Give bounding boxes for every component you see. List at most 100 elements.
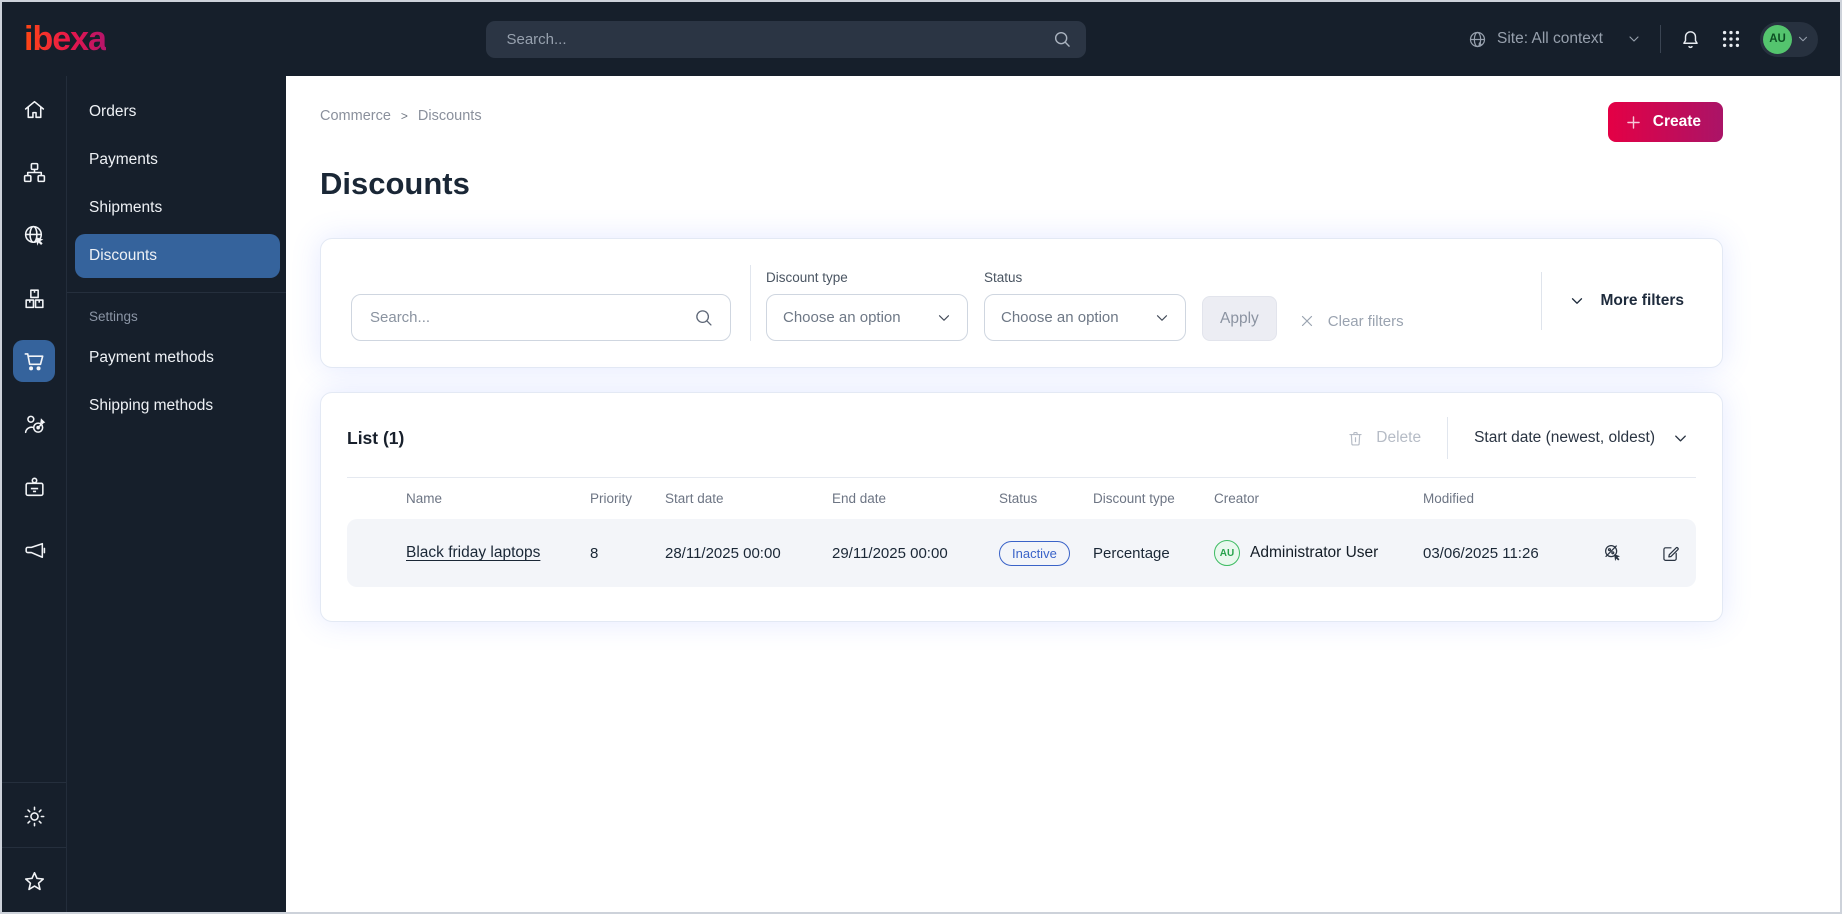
menu-item-orders[interactable]: Orders [75,90,280,134]
menu-section-label: Settings [89,309,138,324]
product-boxes-icon[interactable] [13,277,55,319]
plus-icon [1624,113,1643,132]
status-select[interactable]: Choose an option [984,294,1186,341]
global-search-input[interactable] [506,30,1053,48]
globe-pointer-icon[interactable] [13,214,55,256]
chevron-down-icon [1626,31,1642,47]
discount-type-value: Choose an option [783,309,901,326]
search-icon [693,307,714,328]
breadcrumb-discounts[interactable]: Discounts [418,108,482,124]
menu-item-discounts[interactable]: Discounts [75,234,280,278]
filter-search-input[interactable] [370,309,693,326]
table-divider [347,477,1696,478]
list-head-divider [1447,417,1449,459]
column-header-start-date: Start date [665,491,724,506]
column-header-creator: Creator [1214,491,1260,506]
discount-type-label: Discount type [766,270,848,285]
create-button-label: Create [1652,113,1701,130]
chevron-down-icon [935,309,953,327]
id-badge-icon[interactable] [13,466,55,508]
edit-icon[interactable] [1660,543,1681,564]
chevron-down-icon [1153,309,1171,327]
search-icon [1052,29,1072,49]
list-title: List (1) [347,427,405,448]
column-header-name: Name [406,491,443,506]
row-end-date: 29/11/2025 00:00 [832,544,948,562]
column-header-status: Status [999,491,1038,506]
rail-divider [2,782,66,783]
filters-panel: Discount type Choose an option Status Ch… [320,238,1723,368]
creator-avatar: AU [1214,540,1240,566]
user-menu[interactable]: AU [1760,21,1818,57]
sort-select[interactable]: Start date (newest, oldest) [1474,429,1696,448]
star-icon[interactable] [13,860,55,902]
topbar-divider [1660,25,1661,53]
column-header-priority: Priority [590,491,633,506]
more-filters-label: More filters [1600,292,1684,309]
percent-slash-cursor-icon[interactable] [1603,543,1624,564]
delete-button-label: Delete [1376,429,1422,446]
rail-divider [2,847,66,848]
column-header-modified: Modified [1423,491,1475,506]
customer-target-icon[interactable] [13,403,55,445]
site-context-label: Site: All context [1497,30,1603,47]
discount-name-link[interactable]: Black friday laptops [406,544,540,561]
gear-icon[interactable] [13,795,55,837]
ibexa-logo[interactable]: ibexa [24,22,107,56]
menu-item-payments[interactable]: Payments [75,138,280,182]
trash-icon [1346,429,1365,448]
commerce-menu: Orders Payments Shipments Discounts Sett… [67,76,286,912]
delete-button[interactable]: Delete [1346,429,1421,448]
page-title: Discounts [320,166,470,201]
breadcrumb-separator: > [400,109,408,123]
menu-item-payment-methods[interactable]: Payment methods [75,336,280,380]
create-button[interactable]: Create [1607,102,1723,142]
topbar-right: Site: All context AU [1467,21,1818,57]
close-icon [1298,312,1316,330]
clear-filters-label: Clear filters [1327,312,1404,330]
row-discount-type: Percentage [1093,544,1170,562]
column-header-discount-type: Discount type [1093,491,1175,506]
filter-search[interactable] [351,294,731,341]
menu-item-shipping-methods[interactable]: Shipping methods [75,384,280,428]
megaphone-icon[interactable] [13,529,55,571]
filter-divider [750,265,751,341]
avatar: AU [1763,24,1792,54]
top-bar: ibexa Site: All context [2,2,1840,76]
creator-name: Administrator User [1250,544,1379,561]
table-row: Black friday laptops 8 28/11/2025 00:00 … [347,519,1696,587]
notifications-button[interactable] [1679,28,1702,51]
breadcrumb: Commerce > Discounts [320,108,482,124]
global-search[interactable] [486,20,1087,58]
content-area: Commerce > Discounts Create Discounts Se… [286,76,1840,912]
shopping-cart-icon[interactable] [13,340,55,382]
app-grid-icon[interactable] [1720,28,1742,50]
row-modified: 03/06/2025 11:26 [1423,544,1539,562]
discount-list-panel: List (1) Delete Start date (newest, olde… [320,392,1723,622]
icon-rail [2,76,67,912]
menu-divider [67,292,286,293]
chevron-down-icon [1568,292,1586,310]
column-header-end-date: End date [832,491,887,506]
more-filters-button[interactable]: More filters [1568,292,1684,310]
globe-icon [1467,29,1488,50]
site-context-selector[interactable]: Site: All context [1467,29,1642,50]
row-priority: 8 [590,544,599,562]
menu-item-shipments[interactable]: Shipments [75,186,280,230]
row-start-date: 28/11/2025 00:00 [665,544,781,562]
clear-filters-button[interactable]: Clear filters [1298,312,1404,330]
more-filters-divider [1541,272,1543,330]
table-header: Name Priority Start date End date Status… [347,491,1696,506]
breadcrumb-commerce[interactable]: Commerce [320,108,391,124]
app-window: ibexa Site: All context [0,0,1842,914]
status-badge: Inactive [999,540,1070,566]
chevron-down-icon [1671,429,1690,448]
apply-button[interactable]: Apply [1202,296,1277,341]
chevron-down-icon [1796,32,1810,46]
discount-type-select[interactable]: Choose an option [766,294,968,341]
sort-select-value: Start date (newest, oldest) [1474,429,1655,446]
home-icon[interactable] [13,88,55,130]
sitemap-icon[interactable] [13,151,55,193]
status-label: Status [984,270,1023,285]
status-value: Choose an option [1001,309,1119,326]
